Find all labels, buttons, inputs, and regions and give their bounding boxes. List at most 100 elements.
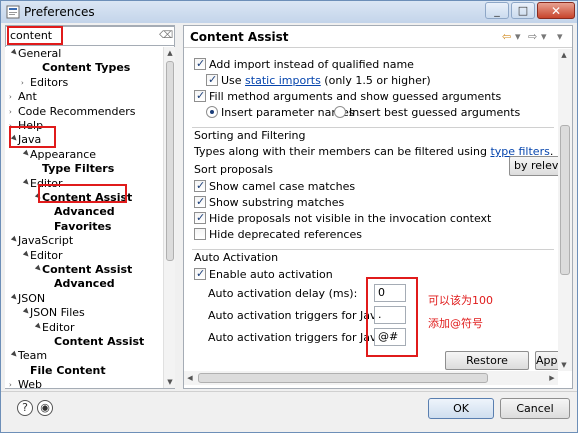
camel-case-option[interactable]: Show camel case matches	[194, 178, 356, 194]
tree-item-label: Editors	[30, 75, 69, 89]
substring-option[interactable]: Show substring matches	[194, 194, 345, 210]
separator	[192, 249, 554, 250]
tree-item[interactable]: ▲Editor	[33, 321, 75, 335]
tree-item-label: JSON Files	[30, 306, 85, 320]
hide-invisible-checkbox[interactable]	[194, 210, 206, 225]
scroll-down-icon[interactable]: ▼	[558, 359, 570, 371]
annotation-java: 添加@符号	[428, 317, 483, 330]
cancel-button[interactable]: Cancel	[500, 398, 570, 419]
tree-item[interactable]: › Editors	[21, 76, 68, 90]
tree-item[interactable]: Advanced	[45, 277, 115, 291]
tree-scrollbar[interactable]: ▲ ▼	[163, 47, 175, 388]
fill-args-checkbox[interactable]	[194, 88, 206, 103]
tree-item[interactable]: File Content	[21, 364, 106, 378]
highlight-java	[9, 126, 56, 148]
sorting-section-title: Sorting and Filtering	[194, 129, 306, 142]
enable-auto-option[interactable]: Enable auto activation	[194, 266, 333, 282]
scroll-up-icon[interactable]: ▲	[558, 49, 570, 61]
tree-item[interactable]: Type Filters	[33, 162, 114, 176]
back-arrow-icon[interactable]: ⇦	[502, 30, 511, 43]
import-label: Add import instead of qualified name	[209, 58, 414, 71]
substring-label: Show substring matches	[209, 196, 345, 209]
page-vertical-scrollbar[interactable]: ▲ ▼	[558, 49, 572, 371]
static-imports-post: (only 1.5 or higher)	[320, 74, 431, 87]
tree-item[interactable]: › Code Recommenders	[9, 105, 136, 119]
tree-item-label: Content Assist	[42, 263, 133, 276]
expand-icon[interactable]: ›	[9, 90, 18, 104]
page-hscroll-thumb[interactable]	[198, 373, 488, 383]
static-imports-pre: Use	[221, 74, 246, 87]
import-checkbox[interactable]	[194, 56, 206, 71]
import-option[interactable]: Add import instead of qualified name	[194, 56, 414, 72]
enable-auto-checkbox[interactable]	[194, 266, 206, 281]
insert-names-option[interactable]: Insert parameter names	[206, 105, 355, 120]
tree-item[interactable]: › Web	[9, 378, 42, 388]
tree-item-label: Ant	[18, 90, 37, 104]
page-title: Content Assist	[190, 30, 289, 44]
tree-item[interactable]: ▲JavaScript	[9, 234, 73, 248]
tree-item[interactable]: › Ant	[9, 90, 37, 104]
forward-arrow-icon[interactable]: ⇨	[528, 30, 537, 43]
tree-item[interactable]: Favorites	[45, 220, 111, 234]
delay-label: Auto activation delay (ms):	[208, 287, 358, 300]
tree-item-label: Editor	[30, 248, 63, 262]
camel-case-checkbox[interactable]	[194, 178, 206, 193]
static-imports-link[interactable]: static imports	[245, 74, 321, 87]
tree-item-label: Web	[18, 378, 42, 388]
apply-button[interactable]: Apply	[535, 351, 558, 370]
page-vscroll-thumb[interactable]	[560, 125, 570, 275]
type-filters-pre: Types along with their members can be fi…	[194, 145, 491, 158]
insert-guessed-radio[interactable]	[334, 106, 346, 118]
substring-checkbox[interactable]	[194, 194, 206, 209]
tree-item[interactable]: ▲JSON	[9, 292, 45, 306]
tree-item-label: Advanced	[54, 277, 115, 291]
tree-item[interactable]: ▲JSON Files	[21, 306, 85, 320]
expand-icon[interactable]: ›	[9, 105, 18, 119]
ok-button[interactable]: OK	[428, 398, 494, 419]
tree-item[interactable]: ▲Appearance	[21, 148, 96, 162]
help-icon[interactable]: ?	[17, 400, 33, 416]
restore-defaults-button[interactable]: Restore Defaults	[445, 351, 529, 370]
hide-invisible-option[interactable]: Hide proposals not visible in the invoca…	[194, 210, 491, 226]
tree-item[interactable]: Content Types	[33, 61, 130, 75]
tree-item-label: Content Types	[42, 61, 131, 75]
tree-item[interactable]: ▲Content Assist	[33, 263, 132, 277]
open-import-export-icon[interactable]: ◉	[37, 400, 53, 416]
scroll-down-icon[interactable]: ▼	[164, 376, 176, 388]
hide-deprecated-checkbox[interactable]	[194, 228, 206, 240]
insert-names-radio[interactable]	[206, 106, 218, 118]
page-horizontal-scrollbar[interactable]: ◀ ▶	[184, 371, 558, 385]
back-menu-icon[interactable]: ▾	[515, 30, 521, 43]
static-imports-option[interactable]: Use static imports (only 1.5 or higher)	[206, 72, 431, 88]
expand-icon[interactable]: ›	[9, 378, 18, 388]
insert-guessed-label: Insert best guessed arguments	[349, 106, 521, 119]
fill-args-option[interactable]: Fill method arguments and show guessed a…	[194, 88, 501, 104]
clear-filter-icon[interactable]: ⌫	[159, 30, 173, 42]
sort-proposals-dropdown[interactable]: by relevance	[509, 156, 558, 176]
close-button[interactable]: ✕	[537, 2, 575, 19]
tree-item[interactable]: Content Assist	[45, 335, 144, 349]
java-triggers-label: Auto activation triggers for Java:	[208, 309, 387, 322]
tree-item-label: Advanced	[54, 205, 115, 219]
tree-item-label: Favorites	[54, 219, 112, 233]
tree-item-label: JSON	[18, 291, 46, 305]
tree-item[interactable]: Advanced	[45, 205, 115, 219]
scroll-up-icon[interactable]: ▲	[164, 47, 176, 59]
expand-icon[interactable]: ›	[21, 76, 30, 90]
insert-guessed-option[interactable]: Insert best guessed arguments	[334, 105, 520, 120]
view-menu-icon[interactable]: ▾	[557, 30, 563, 43]
forward-menu-icon[interactable]: ▾	[541, 30, 547, 43]
scroll-right-icon[interactable]: ▶	[546, 371, 558, 385]
maximize-button[interactable]: □	[511, 2, 535, 19]
tree-item[interactable]: ▲Editor	[21, 249, 63, 263]
tree-scroll-thumb[interactable]	[166, 61, 174, 261]
minimize-button[interactable]: _	[485, 2, 509, 19]
scroll-left-icon[interactable]: ◀	[184, 371, 196, 385]
tree-item[interactable]: ▲General	[9, 47, 61, 61]
hide-deprecated-option[interactable]: Hide deprecated references	[194, 227, 362, 242]
tree-item-label: File Content	[30, 363, 106, 377]
camel-case-label: Show camel case matches	[209, 180, 356, 193]
static-imports-checkbox[interactable]	[206, 72, 218, 87]
preferences-app-icon	[6, 5, 20, 19]
tree-item[interactable]: ▲Team	[9, 349, 47, 363]
